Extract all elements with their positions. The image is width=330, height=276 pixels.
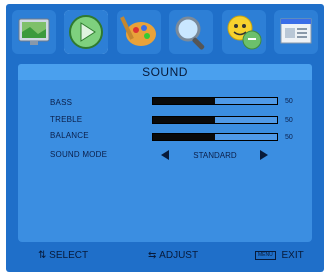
bass-slider-fill bbox=[153, 98, 215, 104]
bass-label: BASS bbox=[50, 98, 73, 107]
exit-hint[interactable]: MENU EXIT bbox=[255, 250, 304, 261]
search-icon[interactable] bbox=[169, 10, 214, 54]
icon-bar bbox=[12, 10, 318, 54]
exit-label: EXIT bbox=[281, 250, 304, 261]
adjust-label: ADJUST bbox=[159, 250, 199, 261]
parental-icon[interactable] bbox=[221, 10, 266, 54]
treble-slider[interactable] bbox=[152, 116, 278, 124]
window-icon[interactable] bbox=[273, 10, 318, 54]
mode-left-arrow-icon[interactable] bbox=[161, 150, 169, 160]
menu-title: SOUND bbox=[18, 64, 312, 80]
balance-slider[interactable] bbox=[152, 133, 278, 141]
sound-mode-label: SOUND MODE bbox=[50, 150, 108, 159]
mode-right-arrow-icon[interactable] bbox=[260, 150, 268, 160]
bass-value: 50 bbox=[285, 98, 293, 105]
balance-label: BALANCE bbox=[50, 131, 89, 140]
balance-value: 50 bbox=[285, 134, 293, 141]
menu-key-icon: MENU bbox=[255, 251, 276, 260]
adjust-hint: ⇆ ADJUST bbox=[148, 250, 198, 261]
treble-slider-fill bbox=[153, 117, 215, 123]
select-arrows-icon: ⇅ bbox=[38, 250, 47, 261]
treble-label: TREBLE bbox=[50, 115, 83, 124]
select-hint: ⇅ SELECT bbox=[38, 250, 88, 261]
balance-slider-fill bbox=[153, 134, 215, 140]
select-label: SELECT bbox=[49, 250, 89, 261]
adjust-arrows-icon: ⇆ bbox=[148, 250, 157, 261]
treble-value: 50 bbox=[285, 117, 293, 124]
picture-icon[interactable] bbox=[12, 10, 56, 54]
sound-panel: BASS 50 TREBLE 50 BALANCE 50 SOUND MODE … bbox=[18, 80, 312, 242]
bass-slider[interactable] bbox=[152, 97, 278, 105]
sound-mode-value[interactable]: STANDARD bbox=[180, 151, 250, 160]
setup-icon[interactable] bbox=[116, 10, 161, 54]
sound-icon[interactable] bbox=[64, 10, 109, 54]
